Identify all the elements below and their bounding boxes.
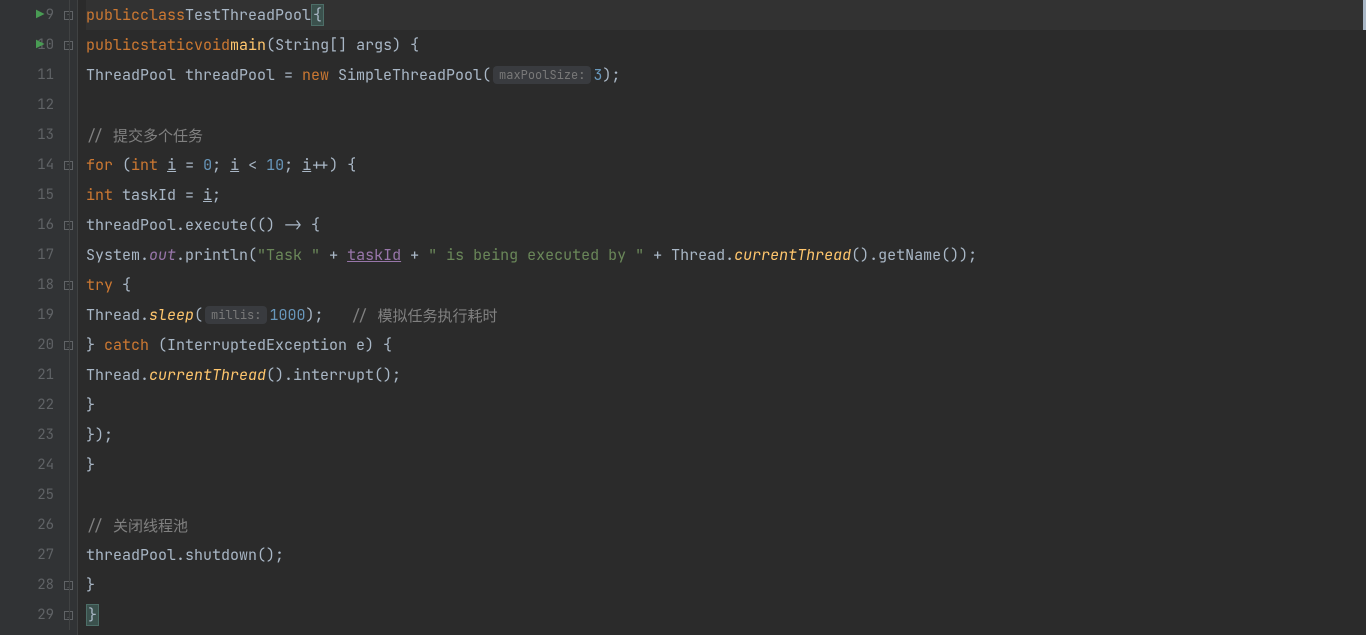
code-line[interactable]: } bbox=[86, 570, 1366, 600]
line-number: 12 bbox=[37, 96, 54, 114]
code-line[interactable]: // 关闭线程池 bbox=[86, 510, 1366, 540]
code-line[interactable]: } bbox=[86, 600, 1366, 630]
code-line[interactable]: try { bbox=[86, 270, 1366, 300]
code-line[interactable]: threadPool.shutdown(); bbox=[86, 540, 1366, 570]
code-line[interactable]: } bbox=[86, 450, 1366, 480]
line-number: 27 bbox=[37, 546, 54, 564]
line-number: 25 bbox=[37, 486, 54, 504]
code-line[interactable]: System.out.println("Task " + taskId + " … bbox=[86, 240, 1366, 270]
line-number: 24 bbox=[37, 456, 54, 474]
line-number: 18 bbox=[37, 276, 54, 294]
code-line[interactable] bbox=[86, 90, 1366, 120]
line-number: 17 bbox=[37, 246, 54, 264]
code-content[interactable]: public class TestThreadPool { public sta… bbox=[78, 0, 1366, 635]
code-line[interactable]: } bbox=[86, 390, 1366, 420]
code-editor: 9▶ 10▶ 11 12 13 14 15 16 17 18 19 20 21 … bbox=[0, 0, 1366, 635]
line-number: 29 bbox=[37, 606, 54, 624]
run-icon[interactable]: ▶ bbox=[36, 36, 44, 54]
line-number: 14 bbox=[37, 156, 54, 174]
line-number: 23 bbox=[37, 426, 54, 444]
line-number: 19 bbox=[37, 306, 54, 324]
code-line[interactable]: int taskId = i; bbox=[86, 180, 1366, 210]
line-number: 11 bbox=[37, 66, 54, 84]
code-line[interactable]: public static void main(String[] args) { bbox=[86, 30, 1366, 60]
code-line[interactable]: } catch (InterruptedException e) { bbox=[86, 330, 1366, 360]
code-line[interactable] bbox=[86, 480, 1366, 510]
line-number: 9 bbox=[46, 6, 54, 24]
run-icon[interactable]: ▶ bbox=[36, 6, 44, 24]
code-line[interactable]: Thread.sleep( millis: 1000); // 模拟任务执行耗时 bbox=[86, 300, 1366, 330]
line-number: 20 bbox=[37, 336, 54, 354]
fold-gutter: − − − − − ⌟ ⌟ ⌟ bbox=[60, 0, 78, 635]
code-line[interactable]: Thread.currentThread().interrupt(); bbox=[86, 360, 1366, 390]
line-number: 21 bbox=[37, 366, 54, 384]
code-line[interactable]: threadPool.execute(() -> { bbox=[86, 210, 1366, 240]
line-number-gutter: 9▶ 10▶ 11 12 13 14 15 16 17 18 19 20 21 … bbox=[0, 0, 60, 635]
line-number: 13 bbox=[37, 126, 54, 144]
line-number: 16 bbox=[37, 216, 54, 234]
line-number: 26 bbox=[37, 516, 54, 534]
parameter-hint: maxPoolSize: bbox=[493, 66, 591, 84]
line-number: 15 bbox=[37, 186, 54, 204]
line-number: 28 bbox=[37, 576, 54, 594]
code-line[interactable]: }); bbox=[86, 420, 1366, 450]
code-line[interactable]: public class TestThreadPool { bbox=[86, 0, 1366, 30]
code-line[interactable]: ThreadPool threadPool = new SimpleThread… bbox=[86, 60, 1366, 90]
code-line[interactable]: // 提交多个任务 bbox=[86, 120, 1366, 150]
code-line[interactable]: for (int i = 0; i < 10; i++) { bbox=[86, 150, 1366, 180]
parameter-hint: millis: bbox=[205, 306, 267, 324]
line-number: 22 bbox=[37, 396, 54, 414]
